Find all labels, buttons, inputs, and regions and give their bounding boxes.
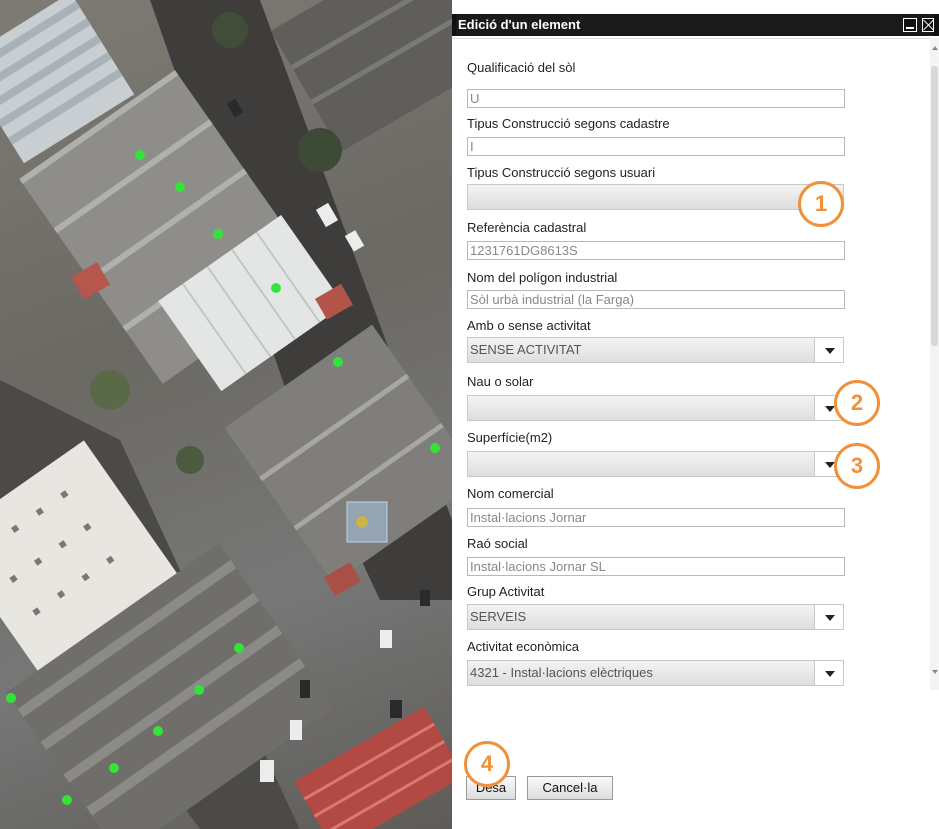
cancel-button[interactable]: Cancel·la bbox=[527, 776, 613, 800]
poligon-input[interactable]: Sòl urbà industrial (la Farga) bbox=[467, 290, 845, 309]
superficie-label: Superfície(m2) bbox=[467, 430, 553, 445]
nau-label: Nau o solar bbox=[467, 374, 534, 389]
poligon-label: Nom del polígon industrial bbox=[467, 270, 618, 285]
dialog-title: Edició d'un element bbox=[456, 14, 934, 36]
callout-4: 4 bbox=[464, 741, 510, 787]
chevron-down-icon[interactable] bbox=[814, 660, 844, 686]
map-marker bbox=[135, 150, 145, 160]
nom-comercial-label: Nom comercial bbox=[467, 486, 554, 501]
nau-select[interactable] bbox=[467, 395, 830, 421]
rao-social-input[interactable]: Instal·lacions Jornar SL bbox=[467, 557, 845, 576]
map-marker bbox=[234, 643, 244, 653]
map-markers bbox=[6, 150, 440, 805]
tipus-cadastre-input[interactable]: I bbox=[467, 137, 845, 156]
scroll-down-icon[interactable] bbox=[932, 670, 938, 674]
rao-social-label: Raó social bbox=[467, 536, 528, 551]
map-marker bbox=[153, 726, 163, 736]
activitat-select[interactable]: SENSE ACTIVITAT bbox=[467, 337, 830, 363]
callout-1: 1 bbox=[798, 181, 844, 227]
minimize-icon[interactable] bbox=[903, 18, 917, 32]
activitat-label: Amb o sense activitat bbox=[467, 318, 591, 333]
scroll-up-icon[interactable] bbox=[932, 46, 938, 50]
chevron-down-icon[interactable] bbox=[814, 604, 844, 630]
map-marker bbox=[194, 685, 204, 695]
map-marker bbox=[271, 283, 281, 293]
callout-2: 2 bbox=[834, 380, 880, 426]
edit-form: Qualificació del sòl U Tipus Construcció… bbox=[452, 38, 930, 690]
tipus-usuari-label: Tipus Construcció segons usuari bbox=[467, 165, 656, 180]
callout-3: 3 bbox=[834, 443, 880, 489]
qualificacio-input[interactable]: U bbox=[467, 89, 845, 108]
activitat-economica-select[interactable]: 4321 - Instal·lacions elèctriques bbox=[467, 660, 830, 686]
map-marker bbox=[175, 182, 185, 192]
close-icon[interactable] bbox=[922, 18, 934, 32]
superficie-select[interactable] bbox=[467, 451, 830, 477]
map-marker bbox=[109, 763, 119, 773]
map-marker bbox=[333, 357, 343, 367]
scrollbar-thumb[interactable] bbox=[931, 66, 938, 346]
nom-comercial-input[interactable]: Instal·lacions Jornar bbox=[467, 508, 845, 527]
map-marker bbox=[213, 229, 223, 239]
chevron-down-icon[interactable] bbox=[814, 337, 844, 363]
tipus-cadastre-label: Tipus Construcció segons cadastre bbox=[467, 116, 670, 131]
map-marker bbox=[430, 443, 440, 453]
tipus-usuari-field[interactable] bbox=[467, 184, 844, 210]
dialog-titlebar[interactable]: Edició d'un element bbox=[452, 0, 939, 39]
grup-label: Grup Activitat bbox=[467, 584, 545, 599]
activitat-economica-label: Activitat econòmica bbox=[467, 639, 579, 654]
referencia-input[interactable]: 1231761DG8613S bbox=[467, 241, 845, 260]
aerial-map[interactable] bbox=[0, 0, 452, 829]
map-marker bbox=[62, 795, 72, 805]
qualificacio-label: Qualificació del sòl bbox=[467, 60, 576, 75]
form-scrollbar[interactable] bbox=[930, 38, 939, 690]
referencia-label: Referència cadastral bbox=[467, 220, 587, 235]
map-marker bbox=[6, 693, 16, 703]
grup-select[interactable]: SERVEIS bbox=[467, 604, 830, 630]
